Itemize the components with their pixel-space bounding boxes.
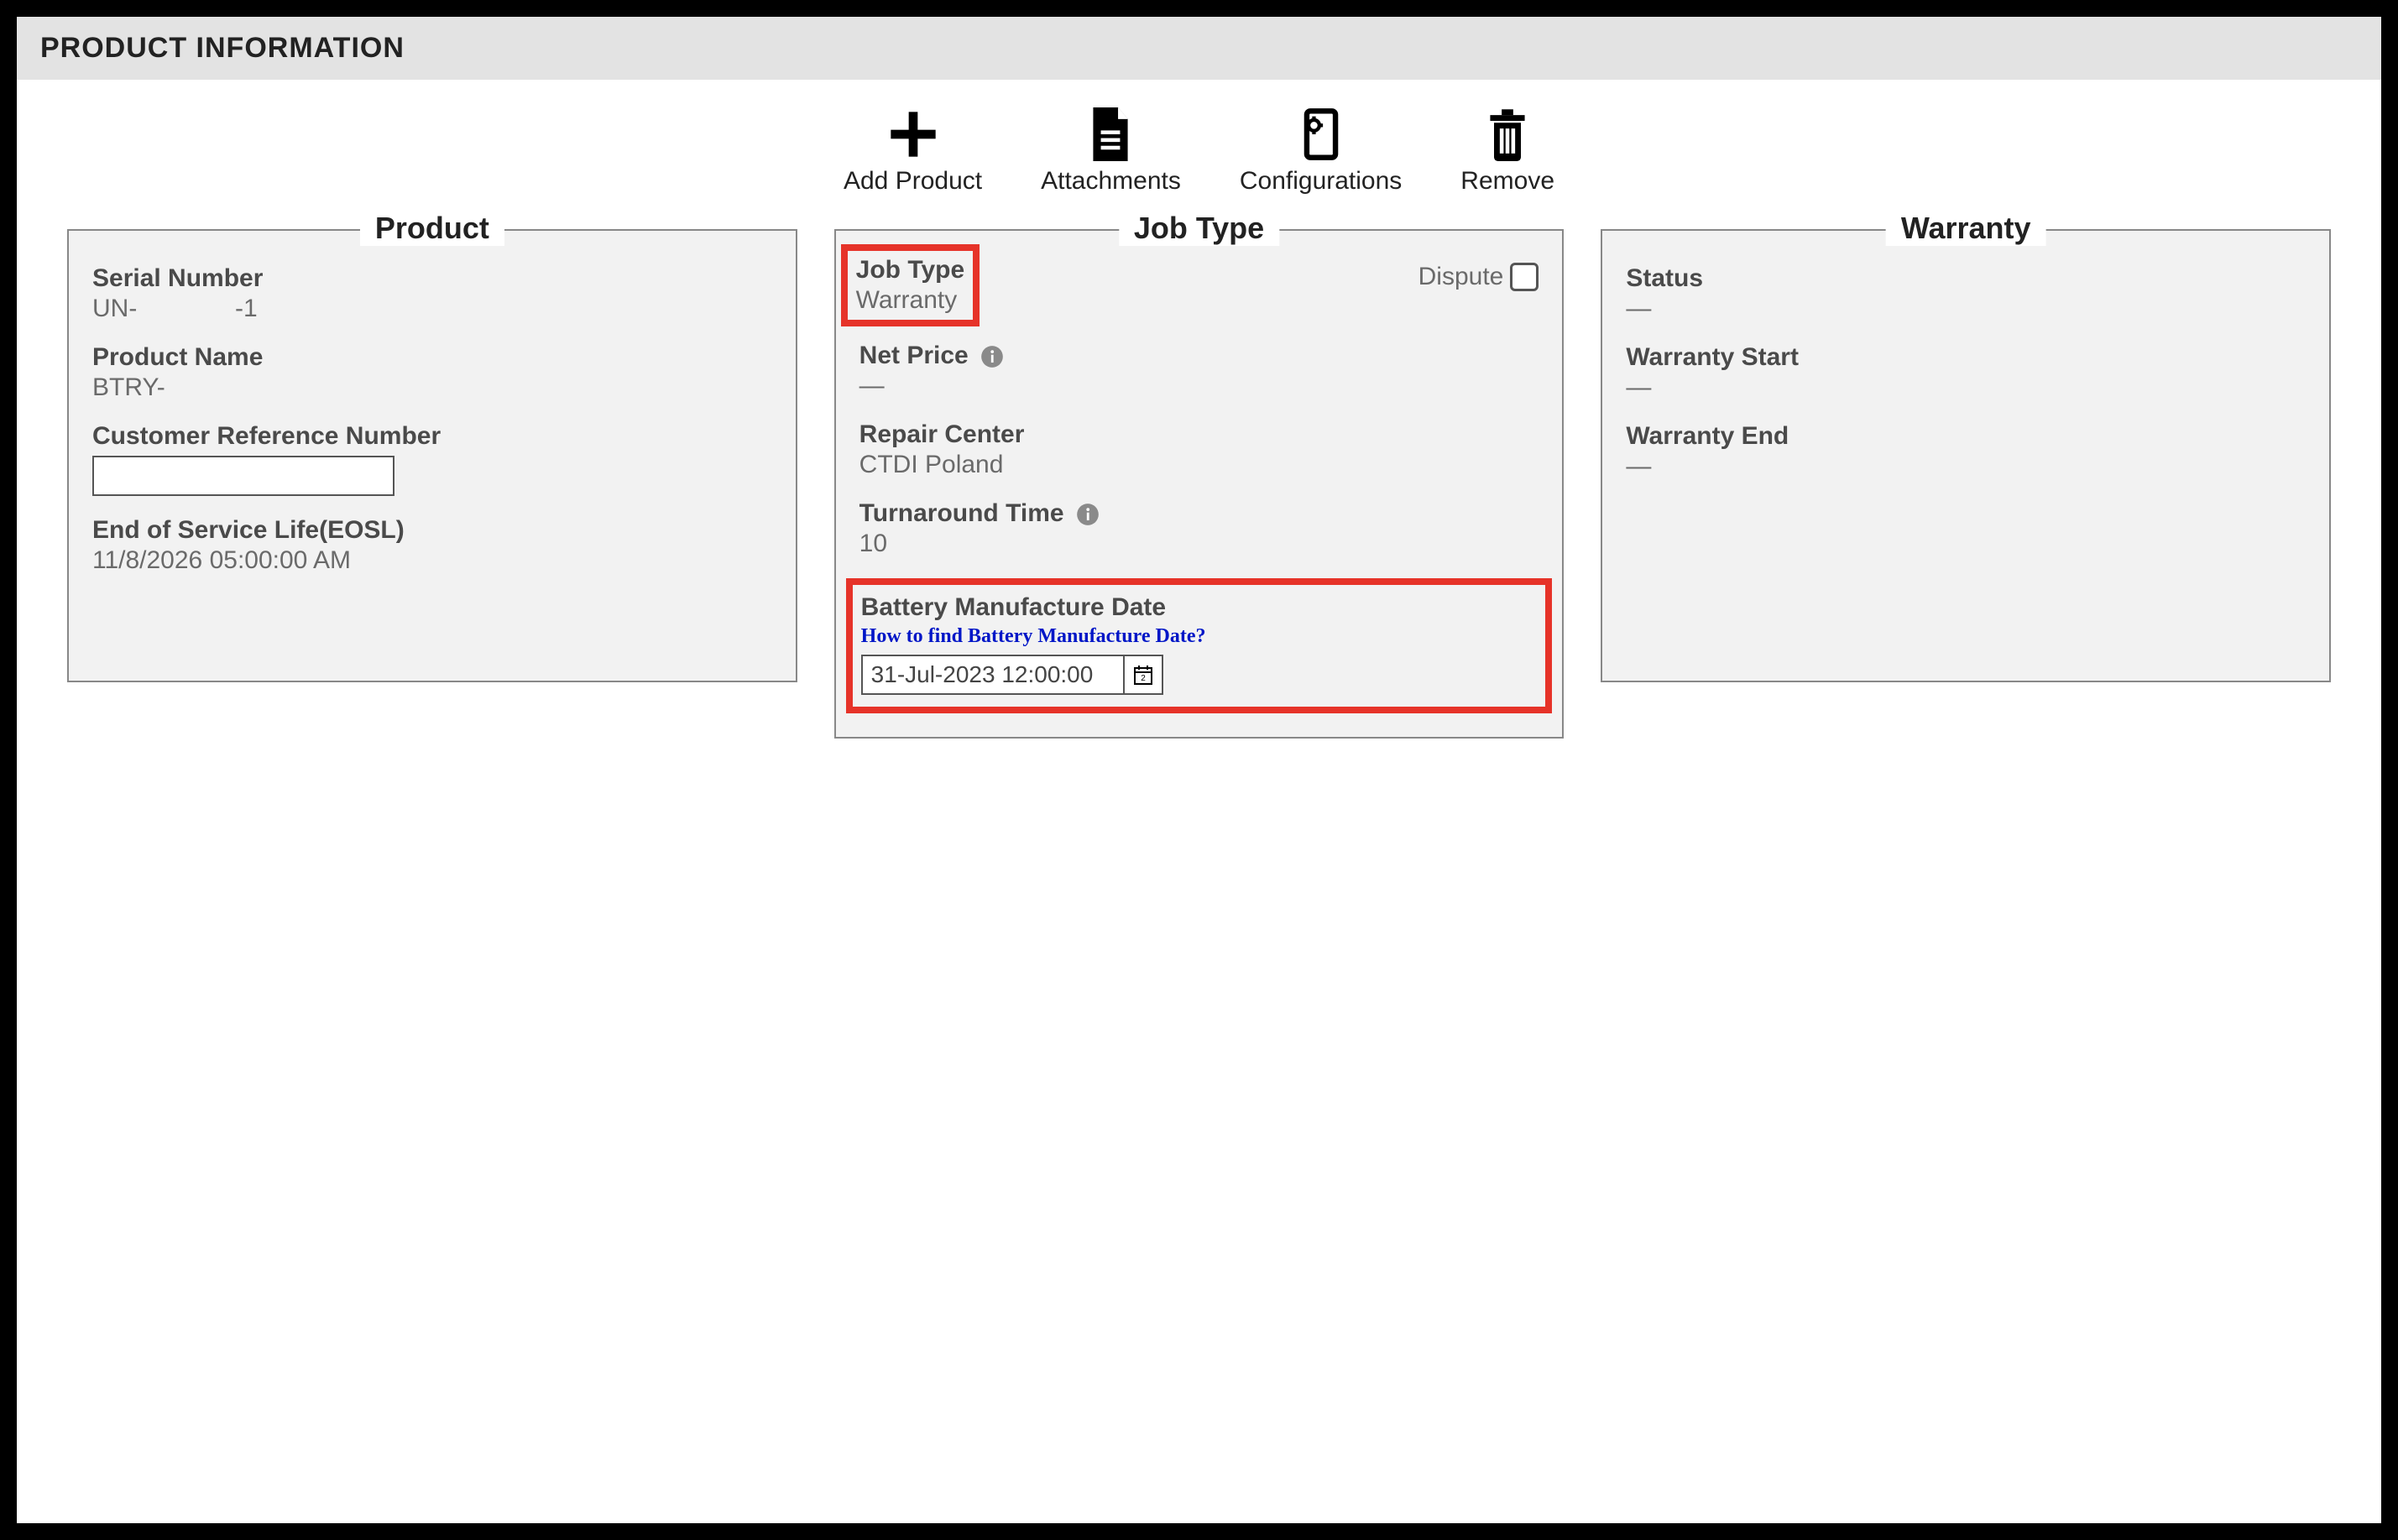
serial-number-value: UN- -1 <box>92 295 772 323</box>
svg-text:2: 2 <box>1141 674 1146 683</box>
jobtype-panel: Job Type Job Type Warranty Dispute Net P… <box>834 229 1565 739</box>
add-product-button[interactable]: Add Product <box>844 105 982 196</box>
document-icon <box>1087 105 1134 164</box>
battery-date-input[interactable]: 31-Jul-2023 12:00:00 2 <box>861 655 1163 695</box>
battery-date-value: 31-Jul-2023 12:00:00 <box>863 656 1123 693</box>
jobtype-highlight: Job Type Warranty <box>841 244 980 326</box>
warranty-end-label: Warranty End <box>1626 422 2306 451</box>
battery-help-link[interactable]: How to find Battery Manufacture Date? <box>861 625 1538 648</box>
jobtype-legend: Job Type <box>1119 211 1279 246</box>
battery-date-label: Battery Manufacture Date <box>861 593 1538 622</box>
product-legend: Product <box>360 211 504 246</box>
dispute-label: Dispute <box>1418 263 1504 291</box>
product-name-value: BTRY- <box>92 373 772 402</box>
warranty-start-value: — <box>1626 373 2306 402</box>
remove-button[interactable]: Remove <box>1460 105 1554 196</box>
section-title: PRODUCT INFORMATION <box>40 32 405 64</box>
netprice-label-text: Net Price <box>859 342 969 369</box>
plus-icon <box>886 105 940 164</box>
eosl-label: End of Service Life(EOSL) <box>92 516 772 545</box>
turnaround-value: 10 <box>859 530 1539 558</box>
warranty-legend: Warranty <box>1886 211 2046 246</box>
turnaround-label: Turnaround Time <box>859 499 1539 528</box>
add-product-label: Add Product <box>844 167 982 196</box>
jobtype-label: Job Type <box>856 256 964 285</box>
warranty-status-value: — <box>1626 295 2306 323</box>
repair-center-label: Repair Center <box>859 420 1539 449</box>
section-header: PRODUCT INFORMATION <box>17 17 2381 80</box>
remove-label: Remove <box>1460 167 1554 196</box>
netprice-value: — <box>859 372 1539 400</box>
battery-highlight: Battery Manufacture Date How to find Bat… <box>846 578 1553 713</box>
configurations-button[interactable]: Configurations <box>1240 105 1402 196</box>
jobtype-value: Warranty <box>856 286 964 315</box>
serial-number-label: Serial Number <box>92 264 772 293</box>
repair-center-value: CTDI Poland <box>859 451 1539 479</box>
eosl-value: 11/8/2026 05:00:00 AM <box>92 546 772 575</box>
toolbar: Add Product Attachments Configurations R… <box>17 80 2381 229</box>
attachments-label: Attachments <box>1041 167 1181 196</box>
info-icon[interactable] <box>1076 503 1100 526</box>
gear-device-icon <box>1299 105 1343 164</box>
netprice-label: Net Price <box>859 342 1539 370</box>
customer-reference-input[interactable] <box>92 456 394 496</box>
trash-icon <box>1484 105 1531 164</box>
configurations-label: Configurations <box>1240 167 1402 196</box>
dispute-checkbox[interactable] <box>1510 263 1539 291</box>
warranty-status-label: Status <box>1626 264 2306 293</box>
warranty-end-value: — <box>1626 452 2306 481</box>
product-name-label: Product Name <box>92 343 772 372</box>
customer-reference-label: Customer Reference Number <box>92 422 772 451</box>
calendar-icon[interactable]: 2 <box>1123 656 1162 693</box>
attachments-button[interactable]: Attachments <box>1041 105 1181 196</box>
warranty-start-label: Warranty Start <box>1626 343 2306 372</box>
product-panel: Product Serial Number UN- -1 Product Nam… <box>67 229 797 682</box>
turnaround-label-text: Turnaround Time <box>859 499 1064 527</box>
dispute-wrap: Dispute <box>1418 263 1539 291</box>
info-icon[interactable] <box>980 345 1004 368</box>
warranty-panel: Warranty Status — Warranty Start — Warra… <box>1601 229 2331 682</box>
